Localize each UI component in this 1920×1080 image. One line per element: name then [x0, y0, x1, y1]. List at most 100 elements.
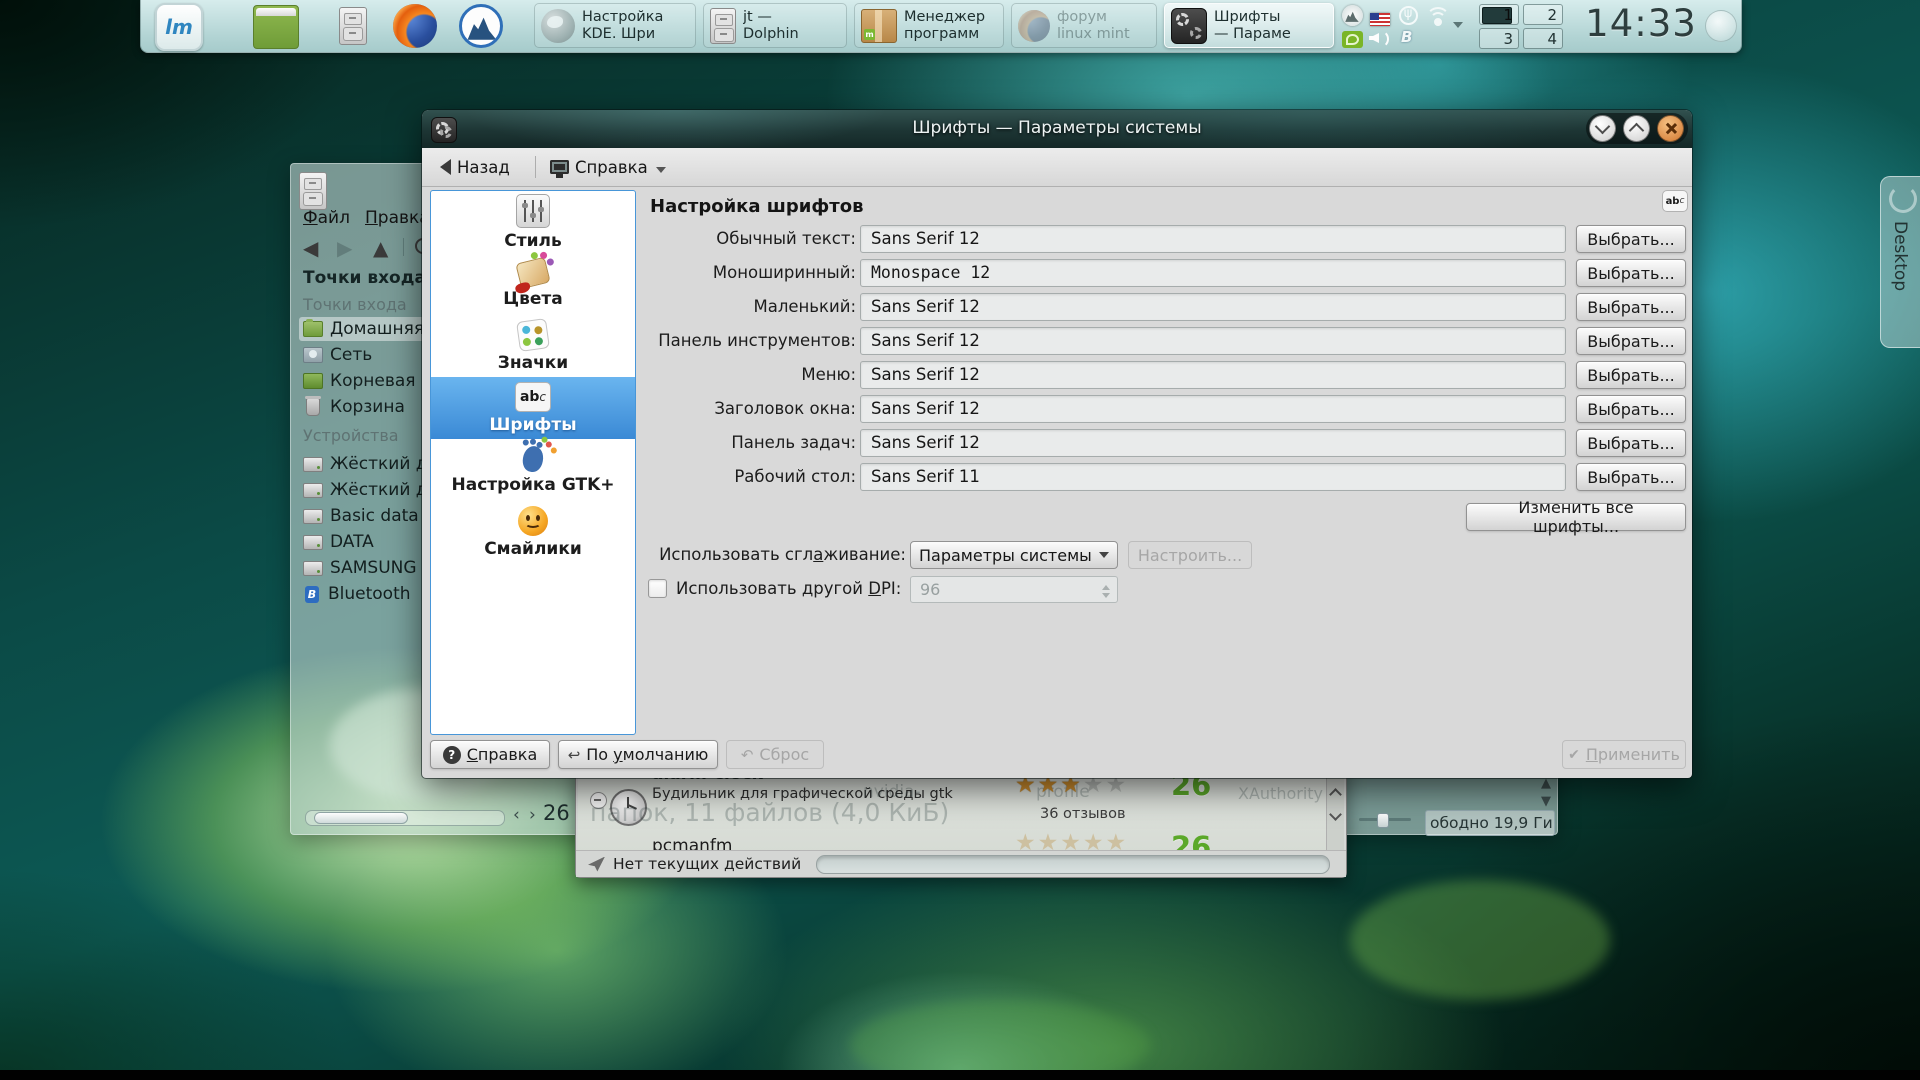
- choose-font-button[interactable]: Выбрать...: [1576, 463, 1686, 491]
- taskbar-item-fonts-settings[interactable]: Шрифты— Параме: [1164, 3, 1334, 48]
- minimize-button[interactable]: [1589, 115, 1616, 142]
- show-desktop-icon[interactable]: [253, 5, 299, 49]
- tray-wolf-icon[interactable]: [1341, 4, 1363, 26]
- close-button[interactable]: [1657, 115, 1684, 142]
- ghost-status-text: папок, 11 файлов (4,0 КиБ): [590, 798, 949, 827]
- place-harddisk-1[interactable]: Жёсткий д: [299, 452, 432, 476]
- place-network[interactable]: Сеть: [299, 343, 376, 367]
- choose-font-button[interactable]: Выбрать...: [1576, 259, 1686, 287]
- spin-arrows-icon: [1102, 581, 1110, 602]
- firefox-icon[interactable]: [393, 4, 437, 48]
- chevron-up-icon: [1629, 123, 1645, 139]
- ghost-filename: XAuthority: [1238, 784, 1323, 803]
- forward-icon[interactable]: ▶: [337, 236, 352, 260]
- gnome-foot-icon: [521, 444, 545, 473]
- usb-icon[interactable]: [1397, 4, 1419, 26]
- sidebar-item-fonts[interactable]: Шрифты: [431, 377, 635, 439]
- scroll-left-icon[interactable]: ‹: [513, 805, 520, 825]
- place-root[interactable]: Корневая: [299, 369, 420, 393]
- place-trash[interactable]: Корзина: [299, 395, 409, 419]
- tray-expand-icon[interactable]: [1453, 22, 1463, 33]
- titlebar[interactable]: Шрифты — Параметры системы: [422, 110, 1692, 148]
- progress-bar: [816, 855, 1330, 874]
- taskbar-item-kde-settings[interactable]: НастройкаKDE. Шри: [534, 3, 696, 48]
- defaults-button[interactable]: ↩ По умолчанию: [558, 740, 718, 769]
- vertical-scrollbar[interactable]: [1326, 766, 1344, 853]
- panel-cashew-icon[interactable]: [1705, 10, 1737, 42]
- software-manager-window: alarm-clock Будильник для графической ср…: [575, 765, 1347, 878]
- antialias-combobox[interactable]: Параметры системы: [910, 541, 1118, 569]
- place-home[interactable]: Домашняя: [299, 317, 428, 341]
- horizontal-scrollbar[interactable]: [305, 810, 505, 826]
- combo-caret-icon: [1099, 552, 1109, 563]
- change-all-fonts-button[interactable]: Изменить все шрифты...: [1466, 503, 1686, 531]
- place-bluetooth[interactable]: B Bluetooth: [299, 582, 415, 606]
- sidebar-item-emoticons[interactable]: Смайлики: [431, 501, 635, 563]
- desktop-folder-tab[interactable]: Desktop: [1880, 176, 1920, 348]
- taskbar-item-software-manager[interactable]: Менеджерпрограмм: [854, 3, 1004, 48]
- sidebar-item-icons[interactable]: Значки: [431, 315, 635, 377]
- scroll-up-icon[interactable]: [1329, 788, 1342, 801]
- vscroll-up-icon[interactable]: ▲: [1541, 776, 1551, 791]
- dolphin-window-icon: [299, 172, 327, 210]
- coral-green-2: [850, 1000, 1150, 1080]
- media-player-wolf-icon[interactable]: [459, 4, 503, 48]
- toolbar: Назад Справка: [422, 148, 1692, 187]
- devices-section-header: Устройства: [303, 426, 399, 445]
- toolbar-separator: [535, 156, 536, 178]
- free-space-bar: ободно 19,9 Ги: [1425, 810, 1555, 836]
- menu-edit[interactable]: Правка: [365, 208, 430, 228]
- pager-desktop-2[interactable]: 2: [1523, 4, 1563, 25]
- choose-font-button[interactable]: Выбрать...: [1576, 395, 1686, 423]
- bluetooth-tray-icon[interactable]: B: [1397, 27, 1419, 49]
- fonts-mini-icon: [1662, 190, 1688, 212]
- file-manager-icon[interactable]: [339, 7, 367, 45]
- configure-antialias-button: Настроить...: [1128, 541, 1252, 569]
- taskbar-item-forum[interactable]: форумlinux mint: [1011, 3, 1157, 48]
- taskbar-item-dolphin[interactable]: jt —Dolphin: [703, 3, 847, 48]
- sidebar-item-gtk[interactable]: Настройка GTK+: [431, 439, 635, 501]
- apply-button: ✔ Применить: [1562, 740, 1686, 769]
- place-samsung[interactable]: SAMSUNG: [299, 556, 421, 580]
- nvidia-icon[interactable]: [1341, 28, 1363, 50]
- place-data[interactable]: DATA: [299, 530, 378, 554]
- desktop: Desktop Файл Правка ◀ ▶ ▲ Точки входа То…: [0, 0, 1920, 1080]
- desktop-tab-label: Desktop: [1890, 221, 1910, 291]
- vscroll-down-icon[interactable]: ▼: [1541, 794, 1551, 809]
- choose-font-button[interactable]: Выбрать...: [1576, 225, 1686, 253]
- sidebar-item-style[interactable]: Стиль: [431, 191, 635, 253]
- font-value-field: Sans Serif 12: [860, 361, 1566, 389]
- revert-icon: ↩: [568, 746, 581, 764]
- choose-font-button[interactable]: Выбрать...: [1576, 361, 1686, 389]
- dpi-checkbox[interactable]: [648, 579, 667, 598]
- scroll-down-icon[interactable]: [1329, 808, 1342, 821]
- wifi-icon[interactable]: [1425, 5, 1447, 27]
- choose-font-button[interactable]: Выбрать...: [1576, 327, 1686, 355]
- scroll-right-icon[interactable]: ›: [529, 805, 536, 825]
- places-section-header: Точки входа: [303, 295, 407, 314]
- scrollbar-thumb[interactable]: [314, 812, 408, 824]
- place-basic-data[interactable]: Basic data: [299, 504, 423, 528]
- up-icon[interactable]: ▲: [373, 236, 388, 260]
- maximize-button[interactable]: [1623, 115, 1650, 142]
- pager-desktop-1[interactable]: 1: [1479, 4, 1519, 25]
- actions-icon: [588, 857, 605, 872]
- hard-drive-icon: [303, 483, 323, 498]
- help-button[interactable]: Справка: [542, 153, 674, 181]
- mint-menu-icon[interactable]: [155, 3, 203, 51]
- pager-desktop-4[interactable]: 4: [1523, 28, 1563, 49]
- help-footer-button[interactable]: ? Справка: [430, 740, 550, 769]
- menu-file[interactable]: Файл: [303, 208, 350, 228]
- coral-green: [1350, 880, 1610, 1000]
- choose-font-button[interactable]: Выбрать...: [1576, 429, 1686, 457]
- zoom-slider-handle[interactable]: [1377, 813, 1389, 828]
- pager-desktop-3[interactable]: 3: [1479, 28, 1519, 49]
- back-button[interactable]: Назад: [428, 153, 518, 181]
- place-harddisk-2[interactable]: Жёсткий д: [299, 478, 432, 502]
- back-icon[interactable]: ◀: [303, 236, 318, 260]
- volume-icon[interactable]: [1369, 27, 1391, 49]
- sidebar-item-colors[interactable]: Цвета: [431, 253, 635, 315]
- bluetooth-icon: B: [305, 586, 319, 603]
- clock[interactable]: 14:33: [1579, 2, 1703, 45]
- choose-font-button[interactable]: Выбрать...: [1576, 293, 1686, 321]
